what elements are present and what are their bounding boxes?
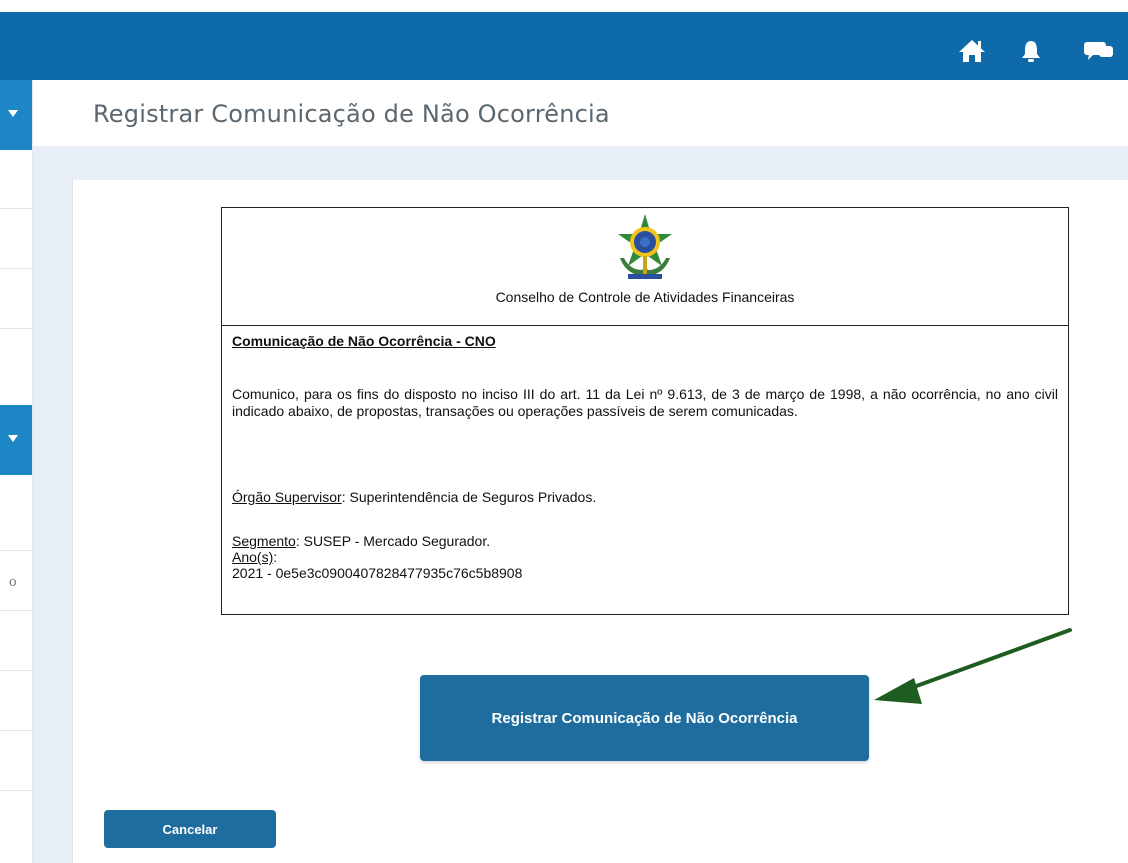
- document-paragraph: Comunico, para os fins do disposto no in…: [232, 386, 1058, 419]
- orgao-supervisor-label: Órgão Supervisor: [232, 489, 342, 505]
- sidebar-toggle-button[interactable]: [0, 405, 32, 475]
- sidebar-toggle-button[interactable]: [0, 80, 32, 150]
- segmento-line: Segmento: SUSEP - Mercado Segurador.: [232, 533, 490, 550]
- page-title: Registrar Comunicação de Não Ocorrência: [93, 100, 610, 128]
- sidebar-divider: [0, 328, 32, 329]
- sidebar-divider: [0, 208, 32, 209]
- document-body: Comunicação de Não Ocorrência - CNO Comu…: [232, 333, 1058, 581]
- segmento-label: Segmento: [232, 533, 296, 549]
- anos-value: 2021 - 0e5e3c0900407828477935c76c5b8908: [232, 565, 523, 581]
- document-header: Conselho de Controle de Atividades Finan…: [222, 208, 1068, 326]
- cancel-button[interactable]: Cancelar: [104, 810, 276, 848]
- document-heading: Comunicação de Não Ocorrência - CNO: [232, 333, 496, 349]
- sidebar-divider: [0, 730, 32, 731]
- anos-colon: :: [273, 549, 278, 565]
- bell-icon[interactable]: [1016, 38, 1046, 64]
- coat-of-arms-icon: [618, 214, 672, 279]
- segmento-value: : SUSEP - Mercado Segurador.: [295, 533, 491, 549]
- anos-line: Ano(s):: [232, 549, 277, 566]
- chevron-down-icon: [8, 435, 18, 442]
- sidebar-divider: [0, 550, 32, 551]
- arrow-annotation-icon: [874, 628, 1072, 704]
- sidebar-divider: [0, 670, 32, 671]
- chat-icon[interactable]: [1083, 38, 1113, 64]
- top-navigation-bar: [0, 12, 1128, 80]
- sidebar-item-label[interactable]: o: [9, 574, 17, 591]
- orgao-supervisor-value: : Superintendência de Seguros Privados.: [341, 489, 597, 505]
- chevron-down-icon: [8, 110, 18, 117]
- page-header: Registrar Comunicação de Não Ocorrência: [33, 80, 1128, 146]
- register-cno-button[interactable]: Registrar Comunicação de Não Ocorrência: [420, 675, 869, 761]
- organization-name: Conselho de Controle de Atividades Finan…: [495, 289, 795, 305]
- sidebar: [0, 80, 33, 863]
- sidebar-divider: [0, 790, 32, 791]
- orgao-supervisor-line: Órgão Supervisor: Superintendência de Se…: [232, 489, 596, 506]
- anos-label: Ano(s): [232, 549, 274, 565]
- cno-document: Conselho de Controle de Atividades Finan…: [221, 207, 1069, 615]
- sidebar-divider: [0, 610, 32, 611]
- home-icon[interactable]: [957, 38, 987, 64]
- sidebar-divider: [0, 268, 32, 269]
